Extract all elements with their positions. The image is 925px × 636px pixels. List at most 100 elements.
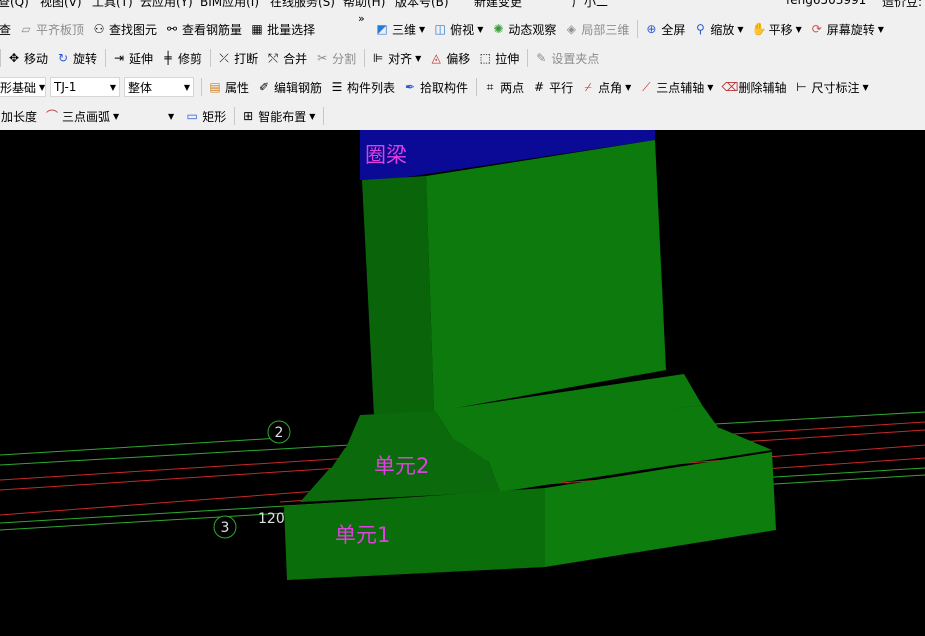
separator	[364, 49, 366, 67]
pan-button[interactable]: ✋ 平移 ▼	[749, 18, 805, 40]
align-slab-top-button[interactable]: ▱ 平齐板顶	[16, 18, 87, 40]
find-element-button[interactable]: ⚇ 查找图元	[89, 18, 160, 40]
menu-tools[interactable]: 工具(T)	[92, 0, 133, 8]
local-3d-button[interactable]: ◈ 局部三维	[561, 18, 632, 40]
ring-beam-label: 圈梁	[365, 143, 407, 167]
extend-button[interactable]: ⇥ 延伸	[109, 47, 156, 69]
menu-cloud[interactable]: 云应用(Y)	[140, 0, 193, 8]
toolbar-row-1: 查 ▱ 平齐板顶 ⚇ 查找图元 ⚯ 查看钢筋量 ▦ 批量选择 » ◩ 三维 ▼ ◫ 俯视 ▼ ✺…	[0, 8, 925, 44]
separator	[201, 78, 202, 96]
query-button[interactable]: 查	[0, 18, 14, 40]
three-point-icon: ⟋	[642, 80, 651, 94]
menu-assistant[interactable]: 广小二	[572, 0, 608, 8]
slab-icon: ▱	[21, 22, 31, 36]
separator	[234, 107, 236, 125]
axis-line	[0, 437, 281, 456]
binoculars-icon: ⚇	[93, 22, 105, 36]
trim-button[interactable]: ╪ 修剪	[158, 47, 205, 69]
point-angle-button[interactable]: ⌿ 点角 ▼	[578, 76, 634, 98]
smart-layout-button[interactable]: ⊞ 智能布置 ▼	[238, 105, 318, 127]
fullscreen-button[interactable]: ⊕ 全屏	[641, 18, 688, 40]
separator	[323, 107, 325, 125]
hand-icon: ✋	[751, 22, 767, 36]
pick-element-button[interactable]: ✒ 拾取构件	[400, 76, 471, 98]
move-icon: ✥	[8, 51, 20, 65]
rotate-button[interactable]: ↻ 旋转	[53, 47, 100, 69]
offset-icon: ◬	[431, 51, 441, 65]
menu-online[interactable]: 在线服务(S)	[270, 0, 335, 8]
offset-button[interactable]: ◬ 偏移	[426, 47, 473, 69]
dropdown-arrow-icon: ▼	[707, 82, 714, 92]
unit-2-label: 单元2	[374, 454, 429, 478]
parallel-icon: #	[534, 80, 545, 94]
two-point-axis-button[interactable]: ⌗ 两点	[480, 76, 527, 98]
dropdown-arrow-icon: ▼	[415, 53, 422, 63]
trim-icon: ╪	[164, 51, 172, 65]
break-icon: ⤫	[219, 51, 229, 65]
parallel-axis-button[interactable]: # 平行	[529, 76, 576, 98]
dropdown-arrow-icon: ▼	[477, 24, 484, 34]
3d-view-button[interactable]: ◩ 三维 ▼	[372, 18, 428, 40]
set-grip-button[interactable]: ✎ 设置夹点	[531, 47, 602, 69]
batch-select-button[interactable]: ▦ 批量选择	[247, 18, 318, 40]
merge-button[interactable]: ⤲ 合并	[263, 47, 310, 69]
zoom-button[interactable]: ⚲ 缩放 ▼	[690, 18, 746, 40]
delete-axis-button[interactable]: ⌫ 删除辅轴	[718, 76, 789, 98]
overflow-chevron-icon[interactable]: »	[358, 12, 365, 25]
element-list-button[interactable]: ☰ 构件列表	[327, 76, 398, 98]
scope-select[interactable]: 整体 ▼	[124, 77, 194, 97]
menu-view[interactable]: 视图(V)	[40, 0, 82, 8]
rotate-screen-icon: ⟳	[811, 22, 822, 36]
menu-query[interactable]: 查(Q)	[0, 0, 29, 8]
dropdown-arrow-icon: ▼	[309, 111, 316, 121]
properties-icon: ▤	[209, 80, 221, 94]
split-button[interactable]: ✂ 分割	[312, 47, 359, 69]
footing-unit-1-front[interactable]	[284, 488, 545, 580]
dimension-icon: ⊢	[796, 80, 807, 94]
stretch-icon: ⬚	[479, 51, 491, 65]
separator	[0, 49, 1, 67]
dropdown-arrow-icon: ▼	[795, 24, 802, 34]
add-length-button[interactable]: 加长度	[0, 105, 40, 127]
3d-scene[interactable]: 2 3 120 圈梁 单元2 单元1	[0, 130, 925, 633]
three-point-arc-button[interactable]: ⌒ 三点画弧 ▼	[42, 105, 122, 127]
magnifier-icon: ⚲	[695, 22, 705, 36]
rotate-icon: ↻	[57, 51, 69, 65]
break-button[interactable]: ⤫ 打断	[214, 47, 261, 69]
column-front-face[interactable]	[362, 176, 434, 416]
dimension-button[interactable]: ⊢ 尺寸标注 ▼	[791, 76, 871, 98]
screen-rotate-button[interactable]: ⟳ 屏幕旋转 ▼	[807, 18, 887, 40]
dropdown-arrow-icon: ▼	[862, 82, 869, 92]
three-point-axis-button[interactable]: ⟋ 三点辅轴 ▼	[636, 76, 716, 98]
menu-bim[interactable]: BIM应用(I)	[200, 0, 259, 8]
move-button[interactable]: ✥ 移动	[4, 47, 51, 69]
blank-select[interactable]: ▼	[124, 106, 179, 126]
properties-button[interactable]: ▤ 属性	[205, 76, 252, 98]
cube-icon: ◩	[376, 22, 388, 36]
axis-label-2: 2	[275, 425, 284, 441]
user-name[interactable]: feng6503991	[786, 0, 866, 7]
edit-rebar-button[interactable]: ✐ 编辑钢筋	[254, 76, 325, 98]
top-view-button[interactable]: ◫ 俯视 ▼	[430, 18, 486, 40]
toolbar-row-3: 形基础 ▼ TJ-1 ▼ 整体 ▼ ▤ 属性 ✐ 编辑钢筋 ☰ 构件列表 ✒ 拾取构件 ⌗ 两点…	[0, 72, 925, 102]
stretch-button[interactable]: ⬚ 拉伸	[475, 47, 522, 69]
separator	[476, 78, 478, 96]
view-rebar-qty-button[interactable]: ⚯ 查看钢筋量	[162, 18, 245, 40]
column-side-face[interactable]	[426, 140, 666, 412]
eyedropper-icon: ✒	[405, 80, 416, 94]
orbit-icon: ✺	[493, 22, 504, 36]
menu-new-change[interactable]: 新建变更	[474, 0, 522, 8]
local-3d-icon: ◈	[566, 22, 576, 36]
menu-bar: 查(Q) 视图(V) 工具(T) 云应用(Y) BIM应用(I) 在线服务(S)…	[0, 0, 925, 8]
align-button[interactable]: ⊫ 对齐 ▼	[368, 47, 424, 69]
element-select[interactable]: TJ-1 ▼	[50, 77, 120, 97]
rectangle-button[interactable]: ▭ 矩形	[182, 105, 229, 127]
category-select[interactable]: 形基础 ▼	[0, 77, 46, 97]
dropdown-arrow-icon: ▼	[168, 111, 175, 121]
dropdown-arrow-icon: ▼	[877, 24, 884, 34]
split-icon: ✂	[317, 51, 328, 65]
dynamic-observe-button[interactable]: ✺ 动态观察	[488, 18, 559, 40]
3d-viewport[interactable]: 2 3 120 圈梁 单元2 单元1	[0, 130, 925, 633]
menu-version[interactable]: 版本号(B)	[395, 0, 449, 8]
menu-help[interactable]: 帮助(H)	[343, 0, 385, 8]
